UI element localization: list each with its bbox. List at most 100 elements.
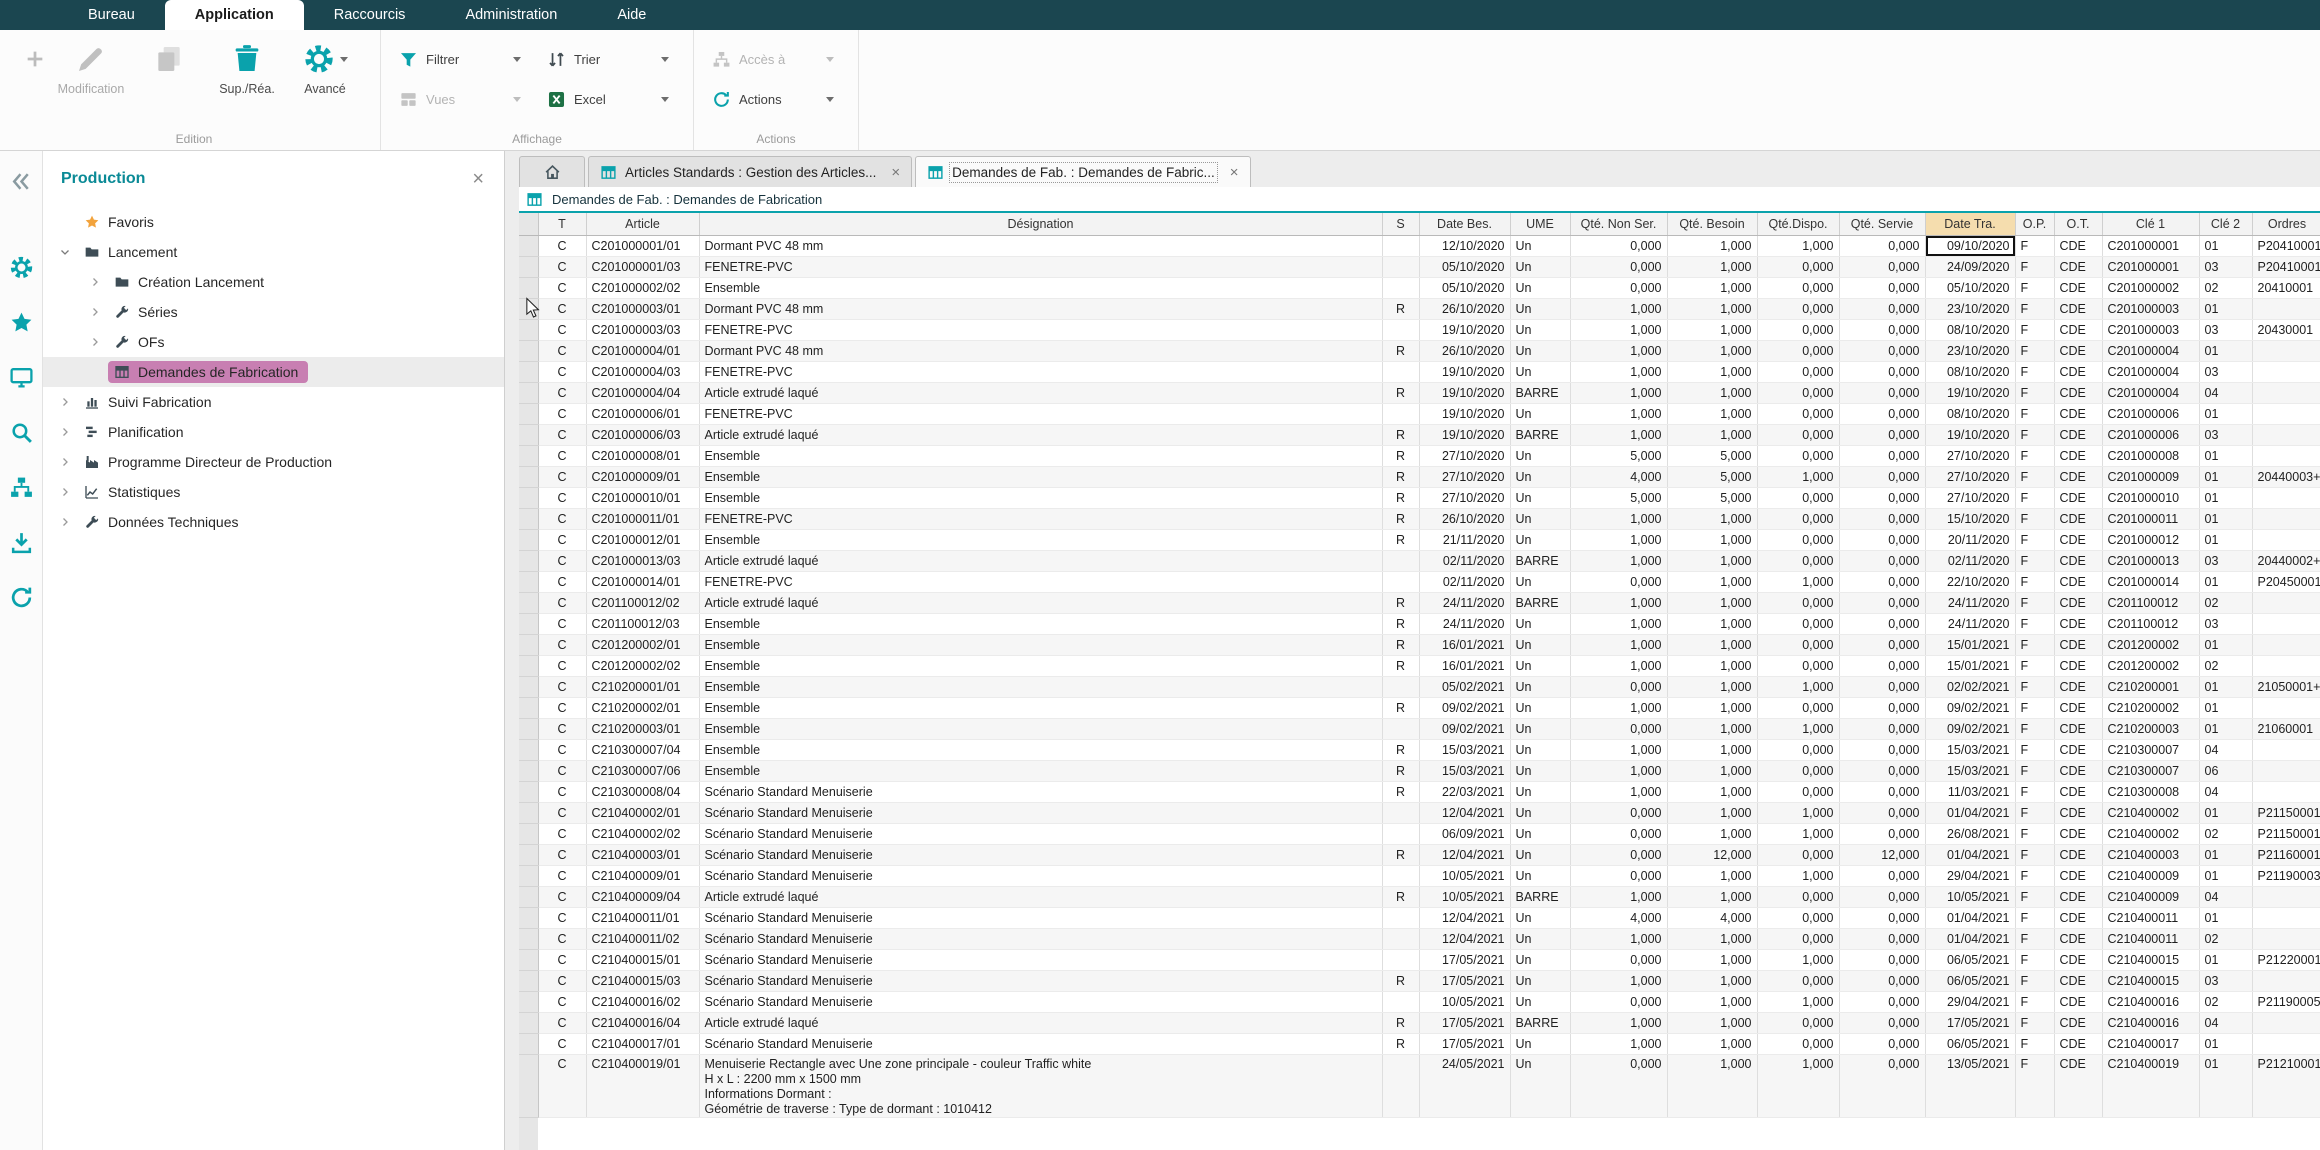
column-header-t[interactable]: T: [538, 213, 586, 236]
cell-qt-besoin[interactable]: 1,000: [1667, 698, 1757, 719]
cell-o-p[interactable]: F: [2015, 698, 2054, 719]
cell-qt-besoin[interactable]: 1,000: [1667, 782, 1757, 803]
row-selector[interactable]: [519, 551, 538, 572]
cell-qt-servie[interactable]: 0,000: [1839, 425, 1925, 446]
cell-o-p[interactable]: F: [2015, 257, 2054, 278]
cell-t[interactable]: C: [538, 824, 586, 845]
cell-date-bes[interactable]: 27/10/2020: [1419, 488, 1510, 509]
cell-cl-1[interactable]: C201100012: [2102, 614, 2199, 635]
cell-cl-1[interactable]: C210400019: [2102, 1055, 2199, 1118]
cell-qt-besoin[interactable]: 1,000: [1667, 383, 1757, 404]
cell-t[interactable]: C: [538, 971, 586, 992]
cell-s[interactable]: R: [1382, 971, 1419, 992]
cell-article[interactable]: C201000008/01: [586, 446, 699, 467]
cell-d-signation[interactable]: Article extrudé laqué: [699, 593, 1382, 614]
row-selector[interactable]: [519, 530, 538, 551]
cell-d-signation[interactable]: FENETRE-PVC: [699, 257, 1382, 278]
cell-ordres[interactable]: P20450001: [2252, 572, 2320, 593]
cell-qt-dispo[interactable]: 0,000: [1757, 299, 1839, 320]
cell-qt-non-ser[interactable]: 5,000: [1570, 488, 1667, 509]
cell-date-bes[interactable]: 26/10/2020: [1419, 299, 1510, 320]
cell-cl-2[interactable]: 03: [2199, 551, 2252, 572]
cell-qt-non-ser[interactable]: 0,000: [1570, 257, 1667, 278]
menu-item-aide[interactable]: Aide: [587, 0, 676, 30]
cell-qt-servie[interactable]: 0,000: [1839, 740, 1925, 761]
cell-qt-dispo[interactable]: 1,000: [1757, 719, 1839, 740]
cell-date-bes[interactable]: 16/01/2021: [1419, 635, 1510, 656]
sidebar-item-lancement[interactable]: Lancement: [43, 237, 504, 267]
cell-qt-dispo[interactable]: 0,000: [1757, 257, 1839, 278]
cell-cl-2[interactable]: 03: [2199, 971, 2252, 992]
cell-article[interactable]: C201000011/01: [586, 509, 699, 530]
cell-d-signation[interactable]: FENETRE-PVC: [699, 509, 1382, 530]
cell-s[interactable]: R: [1382, 425, 1419, 446]
cell-o-t[interactable]: CDE: [2054, 761, 2102, 782]
cell-qt-dispo[interactable]: 1,000: [1757, 1055, 1839, 1118]
cell-ordres[interactable]: [2252, 425, 2320, 446]
filter-button[interactable]: Filtrer: [391, 46, 529, 72]
row-selector[interactable]: [519, 824, 538, 845]
cell-cl-1[interactable]: C210400015: [2102, 971, 2199, 992]
cell-qt-servie[interactable]: 0,000: [1839, 971, 1925, 992]
cell-cl-2[interactable]: 01: [2199, 236, 2252, 257]
cell-t[interactable]: C: [538, 698, 586, 719]
cell-s[interactable]: R: [1382, 383, 1419, 404]
cell-s[interactable]: [1382, 677, 1419, 698]
cell-d-signation[interactable]: Scénario Standard Menuiserie: [699, 971, 1382, 992]
cell-o-p[interactable]: F: [2015, 845, 2054, 866]
cell-qt-besoin[interactable]: 5,000: [1667, 446, 1757, 467]
cell-qt-non-ser[interactable]: 0,000: [1570, 845, 1667, 866]
cell-o-t[interactable]: CDE: [2054, 803, 2102, 824]
cell-qt-non-ser[interactable]: 0,000: [1570, 236, 1667, 257]
cell-qt-dispo[interactable]: 0,000: [1757, 908, 1839, 929]
cell-o-p[interactable]: F: [2015, 551, 2054, 572]
cell-o-t[interactable]: CDE: [2054, 992, 2102, 1013]
row-selector[interactable]: [519, 1013, 538, 1034]
cell-qt-besoin[interactable]: 1,000: [1667, 635, 1757, 656]
cell-s[interactable]: R: [1382, 1034, 1419, 1055]
cell-o-p[interactable]: F: [2015, 677, 2054, 698]
cell-ume[interactable]: BARRE: [1510, 887, 1570, 908]
cell-o-p[interactable]: F: [2015, 446, 2054, 467]
cell-cl-2[interactable]: 01: [2199, 572, 2252, 593]
cell-date-bes[interactable]: 22/03/2021: [1419, 782, 1510, 803]
cell-s[interactable]: R: [1382, 467, 1419, 488]
cell-ordres[interactable]: P21190005: [2252, 992, 2320, 1013]
cell-qt-dispo[interactable]: 1,000: [1757, 236, 1839, 257]
duplicate-button[interactable]: [130, 36, 208, 82]
cell-o-p[interactable]: F: [2015, 383, 2054, 404]
cell-o-t[interactable]: CDE: [2054, 257, 2102, 278]
cell-t[interactable]: C: [538, 362, 586, 383]
cell-d-signation[interactable]: Ensemble: [699, 467, 1382, 488]
cell-cl-2[interactable]: 01: [2199, 1055, 2252, 1118]
cell-qt-servie[interactable]: 0,000: [1839, 761, 1925, 782]
cell-ume[interactable]: Un: [1510, 1055, 1570, 1118]
cell-qt-besoin[interactable]: 5,000: [1667, 467, 1757, 488]
cell-qt-besoin[interactable]: 1,000: [1667, 341, 1757, 362]
cell-qt-dispo[interactable]: 0,000: [1757, 362, 1839, 383]
cell-s[interactable]: [1382, 824, 1419, 845]
cell-qt-besoin[interactable]: 1,000: [1667, 278, 1757, 299]
cell-date-bes[interactable]: 09/02/2021: [1419, 698, 1510, 719]
tab-articles-standards[interactable]: Articles Standards : Gestion des Article…: [588, 156, 912, 187]
cell-cl-1[interactable]: C201000009: [2102, 467, 2199, 488]
cell-date-tra[interactable]: 02/11/2020: [1925, 551, 2015, 572]
row-selector[interactable]: [519, 467, 538, 488]
cell-o-t[interactable]: CDE: [2054, 677, 2102, 698]
cell-date-tra[interactable]: 15/01/2021: [1925, 656, 2015, 677]
cell-qt-dispo[interactable]: 1,000: [1757, 992, 1839, 1013]
cell-article[interactable]: C210400009/04: [586, 887, 699, 908]
cell-cl-2[interactable]: 04: [2199, 1013, 2252, 1034]
cell-o-p[interactable]: F: [2015, 236, 2054, 257]
cell-date-tra[interactable]: 06/05/2021: [1925, 1034, 2015, 1055]
cell-cl-2[interactable]: 02: [2199, 656, 2252, 677]
cell-cl-2[interactable]: 04: [2199, 383, 2252, 404]
cell-cl-1[interactable]: C201000010: [2102, 488, 2199, 509]
cell-o-p[interactable]: F: [2015, 425, 2054, 446]
row-selector[interactable]: [519, 782, 538, 803]
cell-qt-besoin[interactable]: 1,000: [1667, 509, 1757, 530]
cell-o-t[interactable]: CDE: [2054, 362, 2102, 383]
cell-date-tra[interactable]: 01/04/2021: [1925, 803, 2015, 824]
cell-ordres[interactable]: [2252, 341, 2320, 362]
cell-t[interactable]: C: [538, 656, 586, 677]
